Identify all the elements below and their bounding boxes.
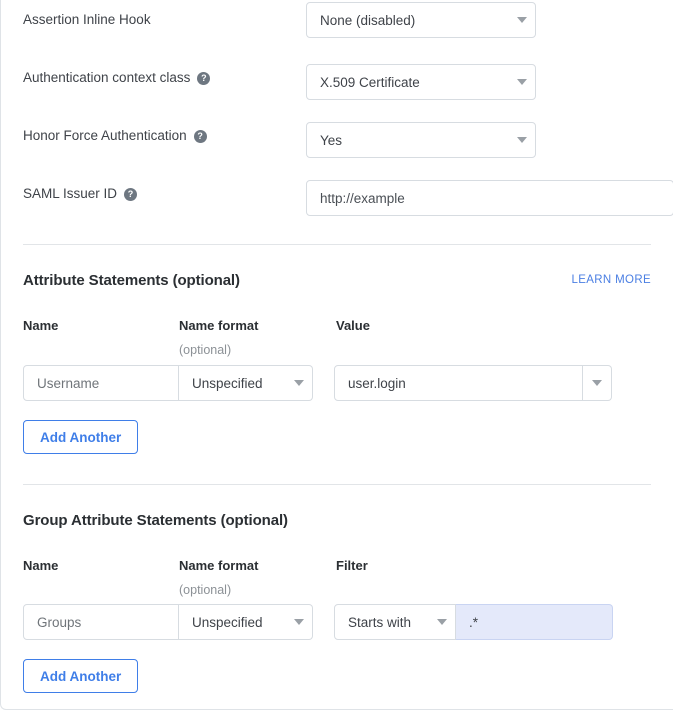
- group-filter-value-text: .*: [469, 614, 479, 630]
- label-text: Assertion Inline Hook: [23, 12, 151, 27]
- chevron-down-icon[interactable]: [286, 379, 312, 388]
- label-assertion-inline-hook: Assertion Inline Hook: [23, 11, 151, 29]
- column-header-name-format: Name format: [179, 318, 259, 333]
- field-row-saml-issuer-id: SAML Issuer ID? http://example: [23, 174, 673, 216]
- label-text: Honor Force Authentication: [23, 128, 187, 143]
- add-another-group-attribute-button[interactable]: Add Another: [23, 659, 139, 693]
- input-value: http://example: [320, 190, 405, 206]
- group-attribute-name-input[interactable]: Groups: [23, 604, 179, 640]
- column-header-value: Value: [336, 318, 370, 333]
- attribute-value-row: user.login: [334, 365, 612, 401]
- group-filter-operator-select[interactable]: Starts with: [334, 604, 456, 640]
- learn-more-link-attribute-statements[interactable]: LEARN MORE: [571, 274, 651, 286]
- group-column-header-filter: Filter: [336, 558, 368, 573]
- field-row-assertion-inline-hook: Assertion Inline Hook None (disabled): [23, 0, 651, 40]
- group-column-subheader-name-format-optional: (optional): [179, 583, 232, 597]
- chevron-down-icon[interactable]: [286, 618, 312, 627]
- add-another-attribute-button[interactable]: Add Another: [23, 420, 139, 454]
- select-value: Yes: [320, 132, 343, 148]
- chevron-down-icon[interactable]: [509, 16, 535, 25]
- group-column-header-name: Name: [23, 558, 59, 573]
- attribute-name-input[interactable]: Username: [23, 365, 179, 401]
- label-saml-issuer-id: SAML Issuer ID?: [23, 185, 138, 203]
- chevron-down-icon[interactable]: [509, 136, 535, 145]
- input-saml-issuer-id[interactable]: http://example: [306, 180, 673, 216]
- label-honor-force-authentication: Honor Force Authentication?: [23, 127, 207, 145]
- field-row-authentication-context-class: Authentication context class? X.509 Cert…: [23, 58, 651, 100]
- column-header-name: Name: [23, 318, 59, 333]
- select-authentication-context-class[interactable]: X.509 Certificate: [306, 64, 536, 100]
- chevron-down-icon[interactable]: [509, 78, 535, 87]
- field-row-honor-force-authentication: Honor Force Authentication? Yes: [23, 116, 651, 158]
- column-subheader-name-format-optional: (optional): [179, 343, 232, 357]
- select-honor-force-authentication[interactable]: Yes: [306, 122, 536, 158]
- section-title-attribute-statements: Attribute Statements (optional): [23, 272, 240, 289]
- help-icon[interactable]: ?: [124, 188, 138, 201]
- help-icon[interactable]: ?: [193, 130, 207, 143]
- group-filter-row: Starts with .*: [334, 604, 613, 640]
- group-attribute-name-value: Groups: [37, 614, 82, 630]
- select-value: X.509 Certificate: [320, 74, 420, 90]
- chevron-down-icon[interactable]: [429, 618, 455, 627]
- group-attribute-statement-row: Groups Unspecified: [23, 604, 313, 640]
- attribute-value-text: user.login: [348, 375, 406, 391]
- attribute-statement-row: Username Unspecified: [23, 365, 313, 401]
- group-attribute-name-format-value: Unspecified: [192, 614, 263, 630]
- group-column-header-name-format: Name format: [179, 558, 259, 573]
- label-text: SAML Issuer ID: [23, 186, 118, 201]
- label-text: Authentication context class: [23, 70, 191, 85]
- divider-attribute-statements: [23, 244, 651, 245]
- attribute-name-format-value: Unspecified: [192, 375, 263, 391]
- chevron-down-icon[interactable]: [584, 379, 610, 388]
- attribute-value-dropdown-button[interactable]: [583, 365, 612, 401]
- help-icon[interactable]: ?: [197, 72, 211, 85]
- group-filter-operator-value: Starts with: [348, 614, 412, 630]
- attribute-name-value: Username: [37, 375, 100, 391]
- attribute-value-input[interactable]: user.login: [334, 365, 583, 401]
- divider-group-attribute-statements: [23, 484, 651, 485]
- label-authentication-context-class: Authentication context class?: [23, 69, 211, 87]
- select-value: None (disabled): [320, 12, 416, 28]
- section-title-group-attribute-statements: Group Attribute Statements (optional): [23, 512, 288, 529]
- select-assertion-inline-hook[interactable]: None (disabled): [306, 2, 536, 38]
- group-filter-value-input[interactable]: .*: [456, 604, 613, 640]
- group-attribute-name-format-select[interactable]: Unspecified: [179, 604, 313, 640]
- attribute-name-format-select[interactable]: Unspecified: [179, 365, 313, 401]
